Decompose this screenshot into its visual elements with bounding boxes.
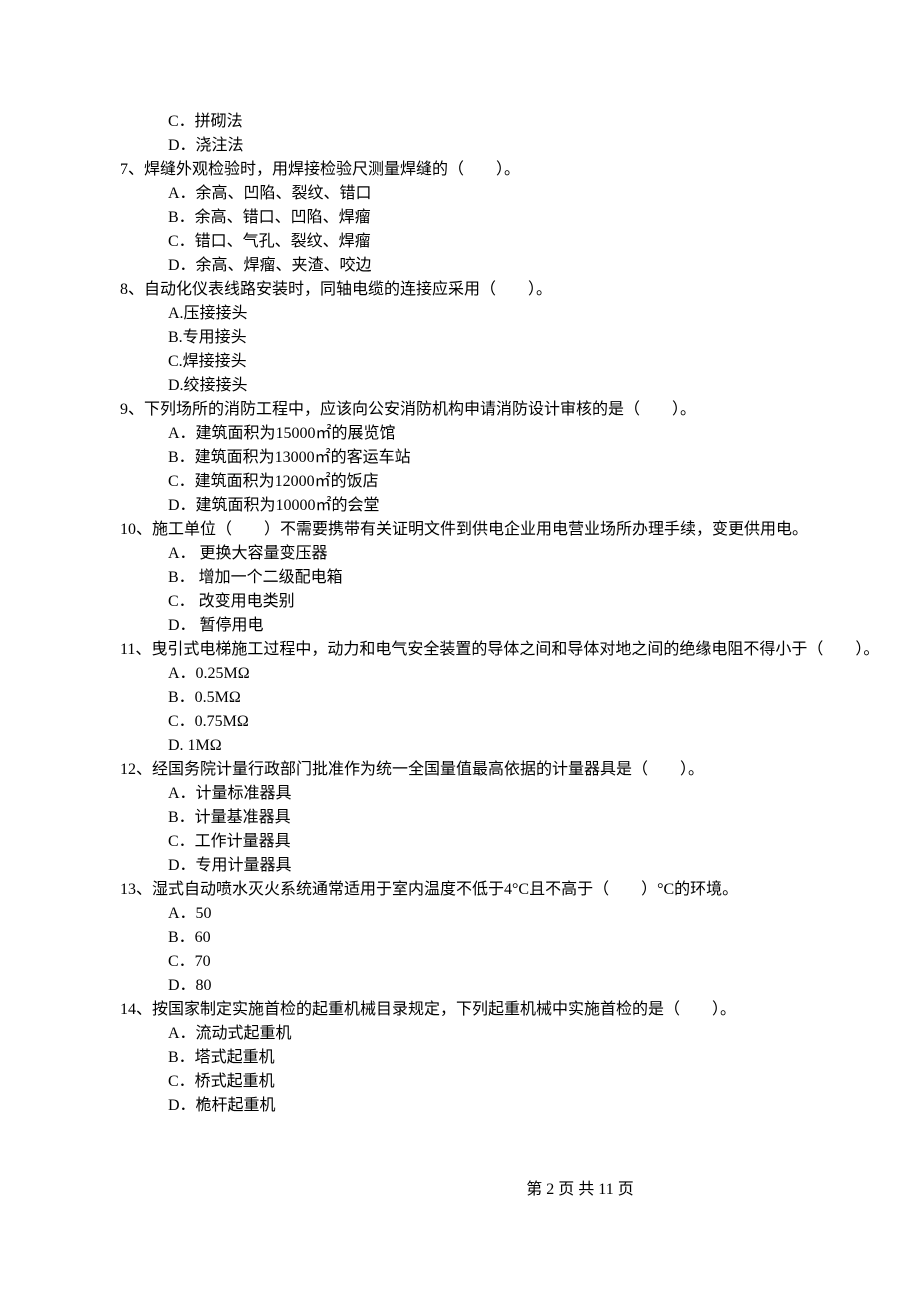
question-text: 9、下列场所的消防工程中，应该向公安消防机构申请消防设计审核的是（ ）。 <box>120 398 920 422</box>
option-a: A．建筑面积为15000㎡的展览馆 <box>120 422 920 446</box>
option-d: D．桅杆起重机 <box>120 1094 920 1118</box>
question-11: 11、曳引式电梯施工过程中，动力和电气安全装置的导体之间和导体对地之间的绝缘电阻… <box>120 638 920 758</box>
question-text: 7、焊缝外观检验时，用焊接检验尺测量焊缝的（ ）。 <box>120 158 920 182</box>
question-7: 7、焊缝外观检验时，用焊接检验尺测量焊缝的（ ）。 A．余高、凹陷、裂纹、错口 … <box>120 158 920 278</box>
option-c: C.焊接接头 <box>120 350 920 374</box>
option-a: A．50 <box>120 902 920 926</box>
option-b: B． 增加一个二级配电箱 <box>120 566 920 590</box>
option-b: B．0.5MΩ <box>120 686 920 710</box>
option-d: D．建筑面积为10000㎡的会堂 <box>120 494 920 518</box>
option-b: B．余高、错口、凹陷、焊瘤 <box>120 206 920 230</box>
option-a: A． 更换大容量变压器 <box>120 542 920 566</box>
option-a: A．0.25MΩ <box>120 662 920 686</box>
option-c: C．错口、气孔、裂纹、焊瘤 <box>120 230 920 254</box>
question-6-continued: C．拼砌法 D．浇注法 <box>120 110 920 158</box>
option-a: A.压接接头 <box>120 302 920 326</box>
option-b: B．建筑面积为13000㎡的客运车站 <box>120 446 920 470</box>
option-d: D．80 <box>120 974 920 998</box>
option-c: C．工作计量器具 <box>120 830 920 854</box>
option-c: C．桥式起重机 <box>120 1070 920 1094</box>
question-12: 12、经国务院计量行政部门批准作为统一全国量值最高依据的计量器具是（ ）。 A．… <box>120 758 920 878</box>
option-d: D．余高、焊瘤、夹渣、咬边 <box>120 254 920 278</box>
option-b: B．计量基准器具 <box>120 806 920 830</box>
option-c: C．建筑面积为12000㎡的饭店 <box>120 470 920 494</box>
page-footer: 第 2 页 共 11 页 <box>120 1178 920 1202</box>
option-c: C．0.75MΩ <box>120 710 920 734</box>
option-d: D.绞接接头 <box>120 374 920 398</box>
option-b: B.专用接头 <box>120 326 920 350</box>
question-text: 8、自动化仪表线路安装时，同轴电缆的连接应采用（ ）。 <box>120 278 920 302</box>
question-14: 14、按国家制定实施首检的起重机械目录规定，下列起重机械中实施首检的是（ ）。 … <box>120 998 920 1118</box>
option-a: A．流动式起重机 <box>120 1022 920 1046</box>
option-c: C． 改变用电类别 <box>120 590 920 614</box>
question-text: 10、施工单位（ ）不需要携带有关证明文件到供电企业用电营业场所办理手续，变更供… <box>120 518 920 542</box>
option-d: D．浇注法 <box>120 134 920 158</box>
question-13: 13、湿式自动喷水灭火系统通常适用于室内温度不低于4°C且不高于（ ）°C的环境… <box>120 878 920 998</box>
option-d: D．专用计量器具 <box>120 854 920 878</box>
question-text: 11、曳引式电梯施工过程中，动力和电气安全装置的导体之间和导体对地之间的绝缘电阻… <box>120 638 920 662</box>
question-text: 12、经国务院计量行政部门批准作为统一全国量值最高依据的计量器具是（ ）。 <box>120 758 920 782</box>
question-text: 13、湿式自动喷水灭火系统通常适用于室内温度不低于4°C且不高于（ ）°C的环境… <box>120 878 920 902</box>
question-8: 8、自动化仪表线路安装时，同轴电缆的连接应采用（ ）。 A.压接接头 B.专用接… <box>120 278 920 398</box>
question-9: 9、下列场所的消防工程中，应该向公安消防机构申请消防设计审核的是（ ）。 A．建… <box>120 398 920 518</box>
option-c: C．70 <box>120 950 920 974</box>
option-a: A．计量标准器具 <box>120 782 920 806</box>
option-b: B．塔式起重机 <box>120 1046 920 1070</box>
option-d: D. 1MΩ <box>120 734 920 758</box>
option-d: D． 暂停用电 <box>120 614 920 638</box>
question-text: 14、按国家制定实施首检的起重机械目录规定，下列起重机械中实施首检的是（ ）。 <box>120 998 920 1022</box>
option-c: C．拼砌法 <box>120 110 920 134</box>
option-b: B．60 <box>120 926 920 950</box>
option-a: A．余高、凹陷、裂纹、错口 <box>120 182 920 206</box>
question-10: 10、施工单位（ ）不需要携带有关证明文件到供电企业用电营业场所办理手续，变更供… <box>120 518 920 638</box>
